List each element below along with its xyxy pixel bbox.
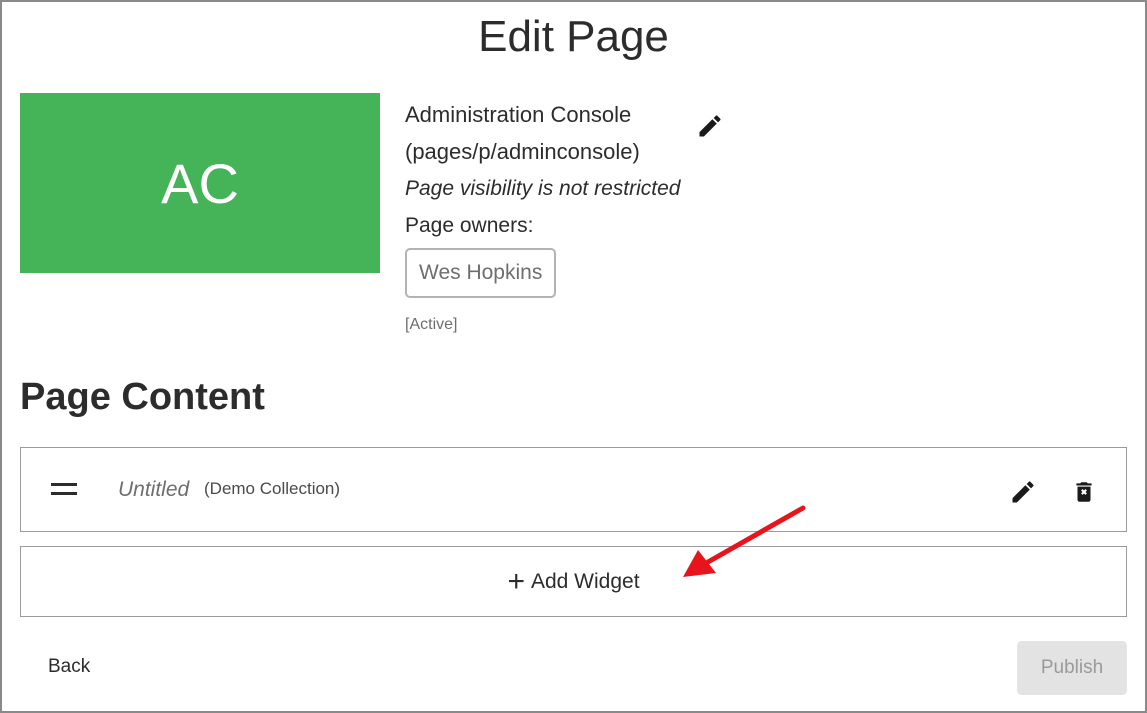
publish-button[interactable]: Publish — [1017, 641, 1127, 695]
trash-icon — [1076, 482, 1092, 502]
add-widget-button[interactable]: + Add Widget — [20, 546, 1127, 617]
delete-widget-button[interactable] — [1068, 476, 1100, 508]
page-name: Administration Console — [405, 102, 632, 127]
add-widget-label: Add Widget — [530, 569, 640, 593]
page-title: Edit Page — [478, 12, 669, 61]
owner-status: [Active] — [405, 316, 458, 333]
widget-row[interactable]: Untitled (Demo Collection) — [20, 447, 1127, 532]
pencil-icon — [699, 115, 721, 137]
back-button[interactable]: Back — [48, 656, 90, 678]
edit-page-button[interactable] — [694, 110, 726, 142]
page-content-heading: Page Content — [20, 376, 265, 418]
drag-handle-icon[interactable] — [51, 481, 77, 497]
widget-title: Untitled — [118, 478, 190, 501]
pencil-icon — [1012, 481, 1034, 503]
owner-chip[interactable]: Wes Hopkins — [405, 248, 557, 298]
page-initials: AC — [161, 151, 239, 215]
edit-widget-button[interactable] — [1007, 476, 1039, 508]
owners-label: Page owners: — [405, 214, 534, 237]
page-tile: AC — [20, 93, 380, 273]
page-visibility: Page visibility is not restricted — [405, 177, 681, 200]
plus-icon: + — [507, 564, 525, 598]
widget-collection: (Demo Collection) — [204, 479, 341, 498]
page-info: Administration Console (pages/p/admincon… — [405, 96, 725, 334]
page-path: (pages/p/adminconsole) — [405, 139, 640, 164]
